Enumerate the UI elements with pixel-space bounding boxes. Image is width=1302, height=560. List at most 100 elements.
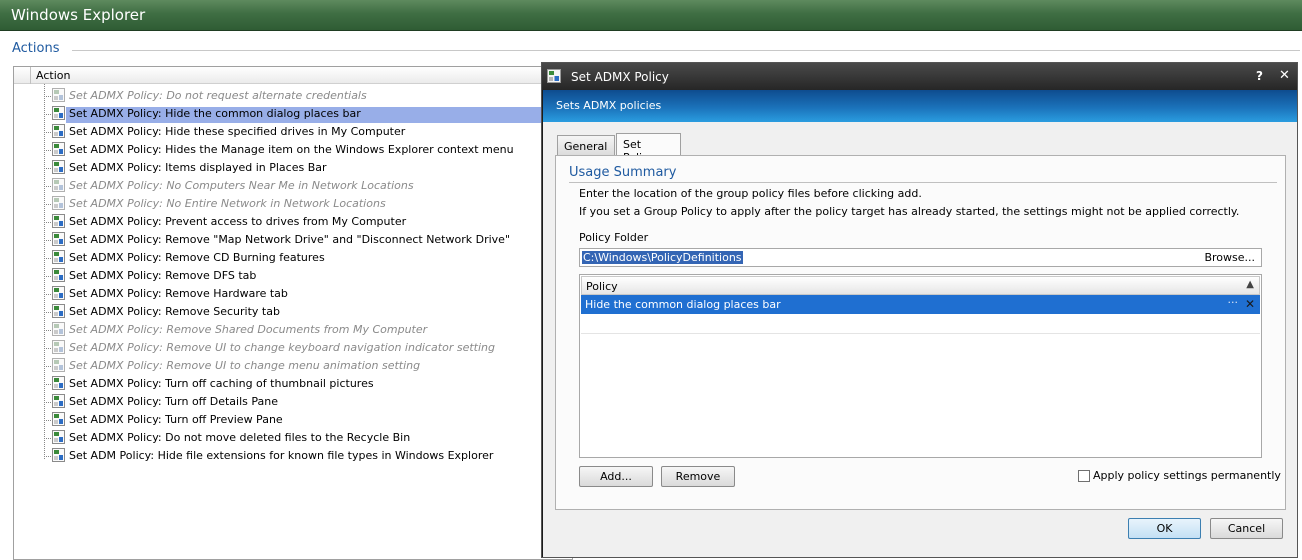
action-item-label: Set ADMX Policy: Prevent access to drive… [69,215,407,228]
cancel-button[interactable]: Cancel [1210,518,1283,539]
action-item[interactable]: Set ADMX Policy: Do not request alternat… [14,87,572,105]
policy-action-icon [50,160,66,175]
policy-action-icon [50,178,66,193]
policy-action-icon [50,232,66,247]
actions-header: Actions [12,41,60,56]
policy-action-icon [50,340,66,355]
dialog-title: Set ADMX Policy [571,70,669,84]
action-item[interactable]: Set ADMX Policy: Do not move deleted fil… [14,429,572,447]
action-item[interactable]: Set ADMX Policy: Remove Hardware tab [14,285,572,303]
action-item[interactable]: Set ADMX Policy: Remove "Map Network Dri… [14,231,572,249]
sort-ascending-icon: ▲ [1246,279,1254,290]
action-item[interactable]: Set ADMX Policy: No Entire Network in Ne… [14,195,572,213]
policy-action-icon [50,196,66,211]
policy-grid-new-row[interactable] [581,315,1260,334]
policy-app-icon [547,69,561,83]
action-item-label: Set ADMX Policy: Do not request alternat… [69,89,367,102]
action-item-label: Set ADMX Policy: Remove DFS tab [69,269,257,282]
ellipsis-icon[interactable]: ··· [1228,296,1239,309]
policy-action-icon [50,88,66,103]
policy-grid: Policy ▲ Hide the common dialog places b… [579,274,1262,458]
policy-folder-value[interactable]: C:\Windows\PolicyDefinitions [582,251,743,264]
action-item-label: Set ADMX Policy: Turn off Preview Pane [69,413,283,426]
action-item-label: Set ADMX Policy: Remove Shared Documents… [69,323,428,336]
action-item[interactable]: Set ADMX Policy: Hides the Manage item o… [14,141,572,159]
action-item[interactable]: Set ADMX Policy: Turn off Details Pane [14,393,572,411]
action-item[interactable]: Set ADMX Policy: Turn off Preview Pane [14,411,572,429]
tab-general[interactable]: General [557,135,615,155]
usage-summary-line-1: Enter the location of the group policy f… [579,187,922,200]
action-item[interactable]: Set ADMX Policy: Remove CD Burning featu… [14,249,572,267]
action-item-label: Set ADMX Policy: Remove "Map Network Dri… [69,233,510,246]
action-item-label: Set ADMX Policy: No Computers Near Me in… [69,179,414,192]
action-item[interactable]: Set ADMX Policy: Remove UI to change key… [14,339,572,357]
policy-action-icon [50,430,66,445]
dialog-titlebar: Set ADMX Policy ? ✕ [542,63,1297,90]
policy-action-icon [50,250,66,265]
apply-permanently-checkbox[interactable] [1078,470,1090,482]
policy-action-icon [50,142,66,157]
action-column-header[interactable]: Action [14,67,572,84]
action-item-label: Set ADMX Policy: Hide the common dialog … [66,107,546,123]
action-item-label: Set ADMX Policy: Do not move deleted fil… [69,431,411,444]
action-item-label: Set ADMX Policy: Turn off caching of thu… [69,377,374,390]
action-item[interactable]: Set ADMX Policy: Remove Security tab [14,303,572,321]
action-item[interactable]: Set ADMX Policy: Items displayed in Plac… [14,159,572,177]
actions-divider [72,50,1300,51]
action-item-label: Set ADMX Policy: Remove CD Burning featu… [69,251,325,264]
window-title: Windows Explorer [11,6,146,24]
action-item[interactable]: Set ADMX Policy: Remove DFS tab [14,267,572,285]
policy-grid-header[interactable]: Policy ▲ [581,276,1260,295]
action-item-label: Set ADM Policy: Hide file extensions for… [69,449,494,462]
close-button[interactable]: ✕ [1279,68,1290,83]
apply-permanently-label[interactable]: Apply policy settings permanently [1093,469,1281,482]
tab-set-policy[interactable]: Set Policy [616,133,681,164]
action-item-label: Set ADMX Policy: Items displayed in Plac… [69,161,327,174]
dialog-body: General Set Policy Usage Summary Enter t… [543,122,1297,557]
policy-action-icon [50,376,66,391]
usage-summary-divider [569,182,1277,183]
remove-button[interactable]: Remove [661,466,735,487]
dialog-banner: Sets ADMX policies [543,90,1297,122]
dialog-banner-text: Sets ADMX policies [556,99,662,112]
policy-action-icon [50,286,66,301]
action-list-panel: Action Set ADMX Policy: Do not request a… [13,66,573,560]
action-item-label: Set ADMX Policy: Hides the Manage item o… [69,143,514,156]
delete-row-icon[interactable]: ✕ [1245,297,1255,311]
browse-button[interactable]: Browse... [1204,251,1255,264]
policy-action-icon [50,394,66,409]
action-item[interactable]: Set ADM Policy: Hide file extensions for… [14,447,572,465]
action-item[interactable]: Set ADMX Policy: Hide the common dialog … [14,105,572,123]
policy-grid-row-label: Hide the common dialog places bar [585,298,781,311]
column-header-corner [14,67,31,84]
window-titlebar: Windows Explorer [0,0,1302,31]
action-item-label: Set ADMX Policy: Remove UI to change key… [69,341,495,354]
policy-action-icon [50,322,66,337]
action-item-label: Set ADMX Policy: Hide these specified dr… [69,125,406,138]
action-item[interactable]: Set ADMX Policy: Remove UI to change men… [14,357,572,375]
action-item[interactable]: Set ADMX Policy: No Computers Near Me in… [14,177,572,195]
action-item-label: Set ADMX Policy: Remove UI to change men… [69,359,421,372]
policy-action-icon [50,124,66,139]
set-policy-panel: Usage Summary Enter the location of the … [555,155,1286,510]
policy-action-icon [50,214,66,229]
usage-summary-title: Usage Summary [569,165,677,180]
action-item[interactable]: Set ADMX Policy: Prevent access to drive… [14,213,572,231]
add-button[interactable]: Add... [579,466,653,487]
policy-action-icon [50,268,66,283]
policy-action-icon [50,304,66,319]
ok-button[interactable]: OK [1128,518,1201,539]
action-item-label: Set ADMX Policy: Turn off Details Pane [69,395,278,408]
action-item[interactable]: Set ADMX Policy: Turn off caching of thu… [14,375,572,393]
action-item-label: Set ADMX Policy: Remove Hardware tab [69,287,288,300]
policy-grid-row[interactable]: Hide the common dialog places bar ··· ✕ [581,295,1260,314]
policy-folder-input[interactable]: C:\Windows\PolicyDefinitions Browse... [579,248,1262,267]
usage-summary-line-2: If you set a Group Policy to apply after… [579,205,1240,218]
action-item[interactable]: Set ADMX Policy: Hide these specified dr… [14,123,572,141]
policy-action-icon [50,106,66,121]
action-item-label: Set ADMX Policy: Remove Security tab [69,305,280,318]
action-item[interactable]: Set ADMX Policy: Remove Shared Documents… [14,321,572,339]
policy-folder-label: Policy Folder [579,231,649,244]
action-item-label: Set ADMX Policy: No Entire Network in Ne… [69,197,386,210]
help-button[interactable]: ? [1256,69,1263,83]
